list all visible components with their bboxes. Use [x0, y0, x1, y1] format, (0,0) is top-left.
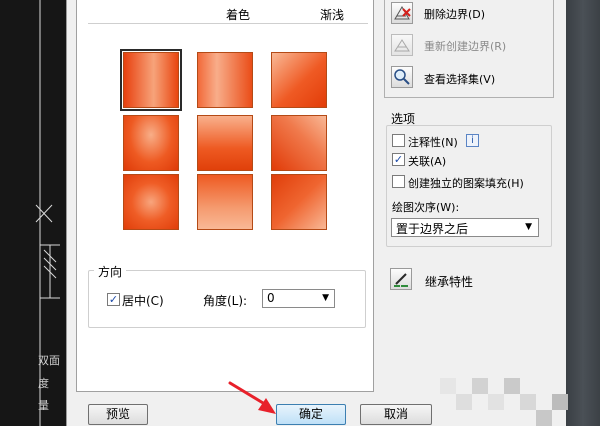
pixel-block — [536, 410, 552, 426]
centered-checkbox[interactable]: ✓ — [107, 293, 120, 306]
cad-canvas: 双面 度 量 — [0, 0, 66, 426]
annotative-label: 注释性(N) — [408, 136, 458, 149]
magnifier-glyph — [394, 69, 410, 85]
angle-dropdown[interactable]: 0 ▼ — [262, 289, 335, 308]
annotative-checkbox[interactable] — [392, 134, 405, 147]
pixel-block — [488, 394, 504, 410]
separate-hatches-checkbox[interactable] — [392, 175, 405, 188]
angle-label: 角度(L): — [203, 294, 248, 308]
gradient-swatch-linear-shifted[interactable] — [197, 52, 253, 108]
desktop-background — [566, 0, 600, 426]
pixel-block — [472, 378, 488, 394]
cad-text-fragment: 量 — [38, 399, 49, 412]
orientation-group-title: 方向 — [94, 263, 127, 280]
centered-label: 居中(C) — [122, 294, 164, 308]
delete-boundary-button[interactable]: 删除边界(D) — [424, 6, 485, 22]
gradient-swatch-diagonal[interactable] — [271, 115, 327, 171]
draw-order-value: 置于边界之后 — [396, 222, 469, 236]
gradient-swatch-linear[interactable] — [120, 49, 182, 111]
pixel-block — [520, 394, 536, 410]
cancel-button[interactable]: 取消 — [360, 404, 432, 425]
view-selections-button[interactable]: 查看选择集(V) — [424, 71, 495, 87]
gradient-swatch-hemispherical[interactable] — [197, 174, 253, 230]
delete-boundary-icon[interactable] — [391, 2, 413, 24]
gradient-swatch-corner[interactable] — [271, 52, 327, 108]
recreate-boundary-button: 重新创建边界(R) — [424, 40, 507, 53]
tint-column-label: 着色 — [226, 8, 251, 22]
gradient-swatch-cylinder[interactable] — [123, 115, 179, 171]
gradient-swatch-vertical[interactable] — [197, 115, 253, 171]
magnifier-icon[interactable] — [391, 66, 413, 88]
ok-button[interactable]: 确定 — [276, 404, 346, 425]
delete-boundary-glyph — [394, 6, 411, 20]
pixel-block — [456, 394, 472, 410]
cad-text-fragment: 双面 — [38, 354, 60, 367]
associative-checkbox[interactable]: ✓ — [392, 153, 405, 166]
angle-value: 0 — [267, 291, 275, 305]
inherit-properties-button[interactable]: 继承特性 — [425, 273, 473, 290]
info-icon[interactable]: i — [466, 134, 479, 147]
cad-text-fragment: 度 — [38, 377, 49, 390]
chevron-down-icon: ▼ — [322, 293, 329, 303]
draw-order-label: 绘图次序(W): — [392, 201, 460, 214]
eyedropper-glyph — [394, 273, 408, 287]
recreate-boundary-glyph — [394, 39, 410, 52]
pixel-block — [552, 394, 568, 410]
eyedropper-icon[interactable] — [390, 268, 412, 290]
separate-hatches-label: 创建独立的图案填充(H) — [408, 177, 524, 190]
chevron-down-icon: ▼ — [525, 222, 532, 232]
draw-order-dropdown[interactable]: 置于边界之后 ▼ — [391, 218, 539, 237]
gradient-swatch-curved[interactable] — [271, 174, 327, 230]
recreate-boundary-icon — [391, 34, 413, 56]
preview-button[interactable]: 预览 — [88, 404, 148, 425]
gradient-swatch-spherical[interactable] — [123, 174, 179, 230]
shade-column-label: 渐浅 — [320, 8, 345, 22]
pixel-block — [504, 378, 520, 394]
pixel-block — [440, 378, 456, 394]
associative-label: 关联(A) — [408, 155, 447, 168]
